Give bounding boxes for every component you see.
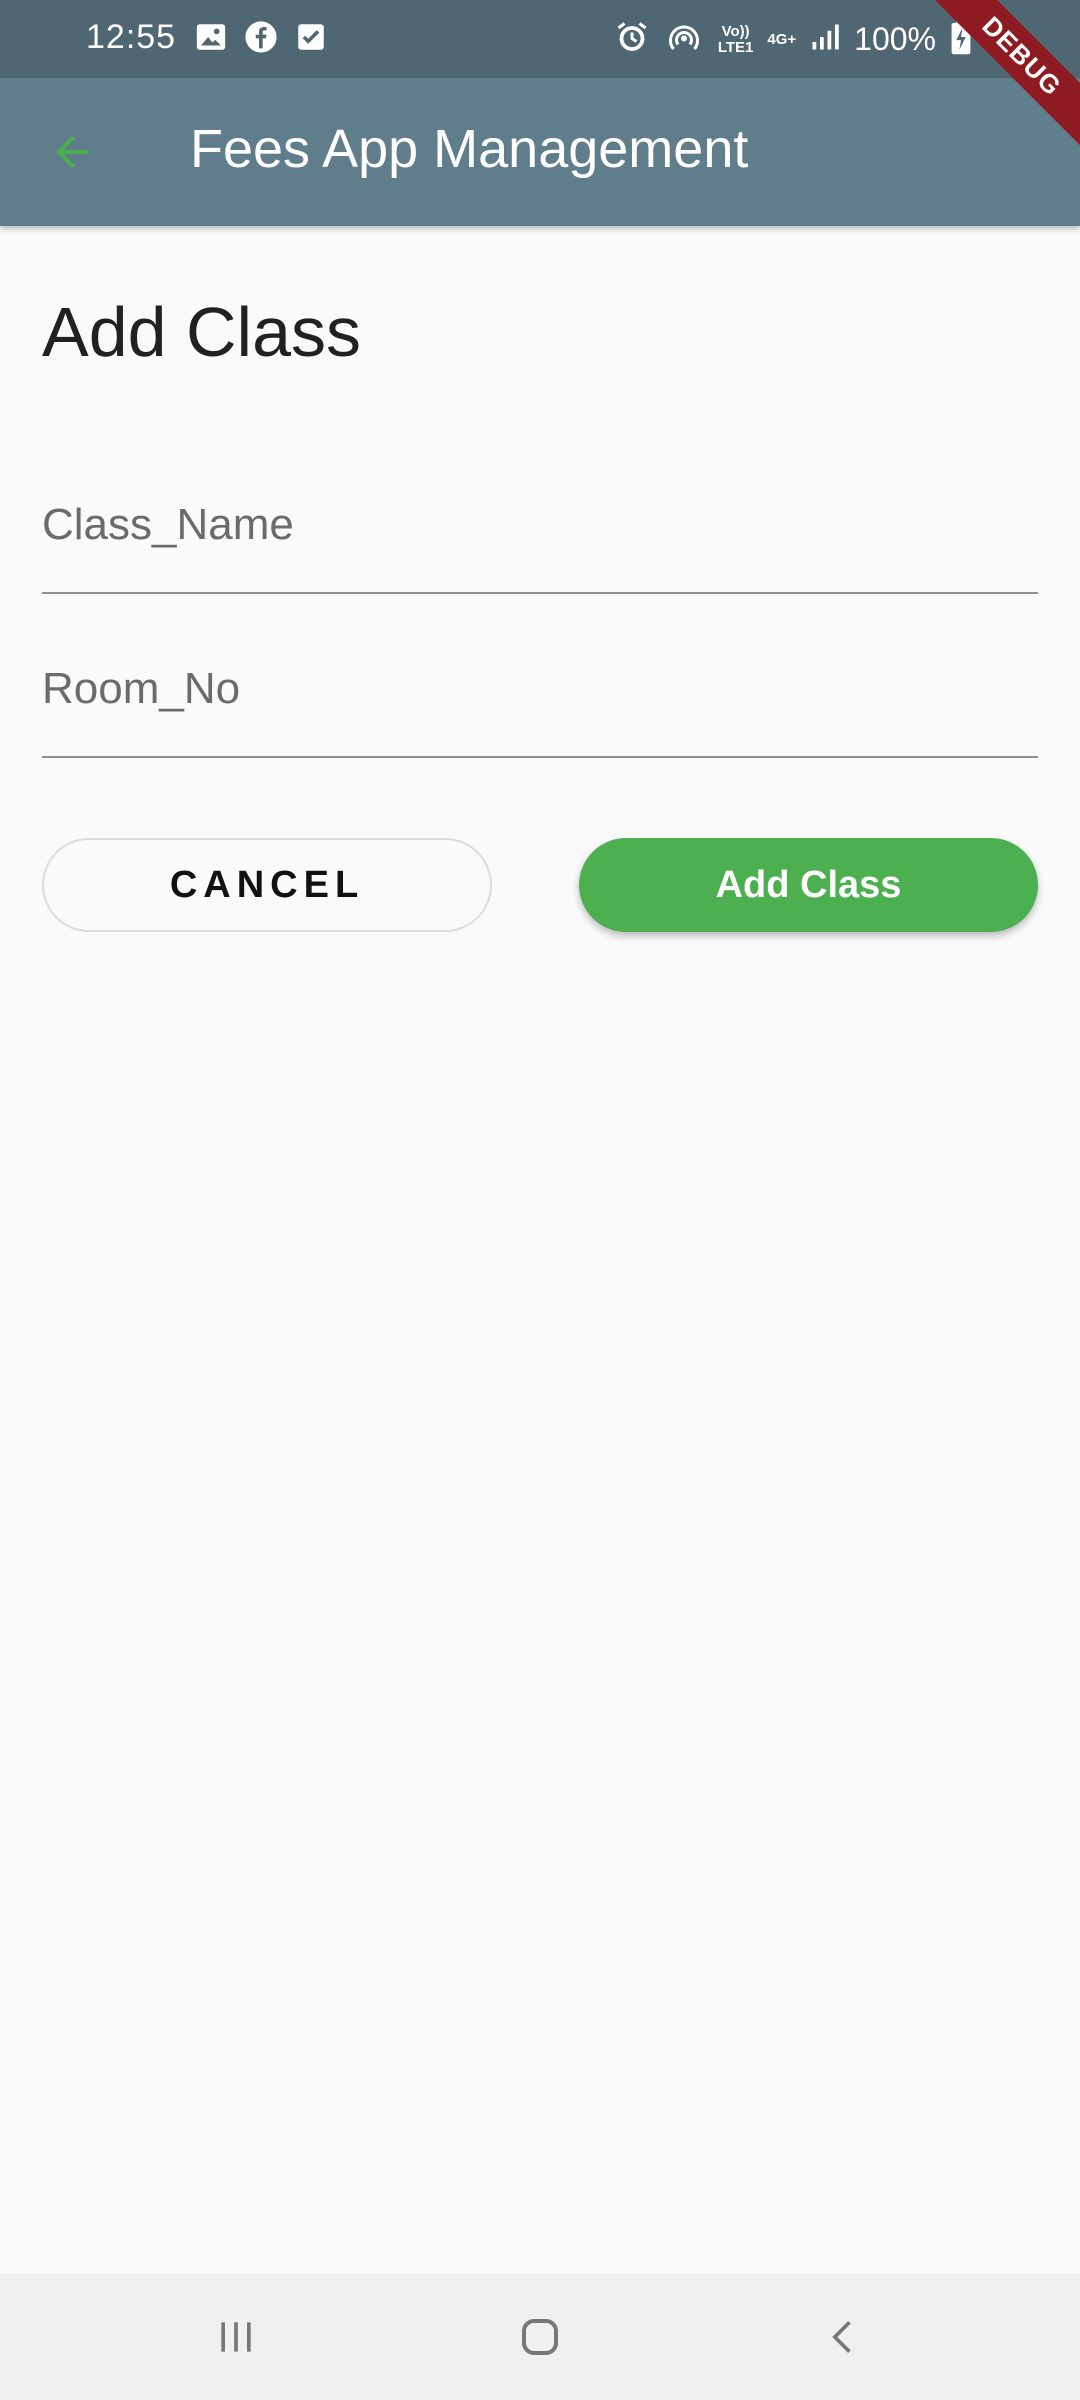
image-icon [194,20,228,59]
class-name-input[interactable] [42,500,1038,550]
add-class-button[interactable]: Add Class [579,838,1038,932]
status-left-icons [194,20,328,59]
nav-back-button[interactable] [804,2304,884,2374]
back-button[interactable] [40,122,104,186]
recent-apps-button[interactable] [196,2304,276,2374]
status-time: 12:55 [86,18,177,56]
page-title: Add Class [42,293,362,371]
status-bar: 12:55 Vo)) LTE1 4G+ 100% [0,0,1080,78]
system-nav-bar [0,2274,1080,2400]
arrow-back-icon [48,128,96,181]
home-icon [516,2313,564,2366]
alarm-icon [614,19,650,60]
room-no-field [42,636,1038,758]
app-title: Fees App Management [190,119,749,179]
class-name-field [42,472,1038,594]
check-box-icon [294,20,328,59]
battery-text: 100% [854,21,936,57]
back-icon [822,2315,866,2364]
signal-icon [810,20,840,59]
app-bar: Fees App Management [0,78,1080,226]
recent-apps-icon [214,2315,258,2364]
volte-icon: Vo)) LTE1 [717,22,754,56]
status-right-icons: Vo)) LTE1 4G+ 100% [614,18,972,61]
cancel-button[interactable]: CANCEL [42,838,492,932]
facebook-icon [244,20,278,59]
room-no-input[interactable] [42,664,1038,714]
4g-data-icon: 4G+ [767,30,797,48]
home-button[interactable] [500,2304,580,2374]
hotspot-icon [664,19,704,60]
